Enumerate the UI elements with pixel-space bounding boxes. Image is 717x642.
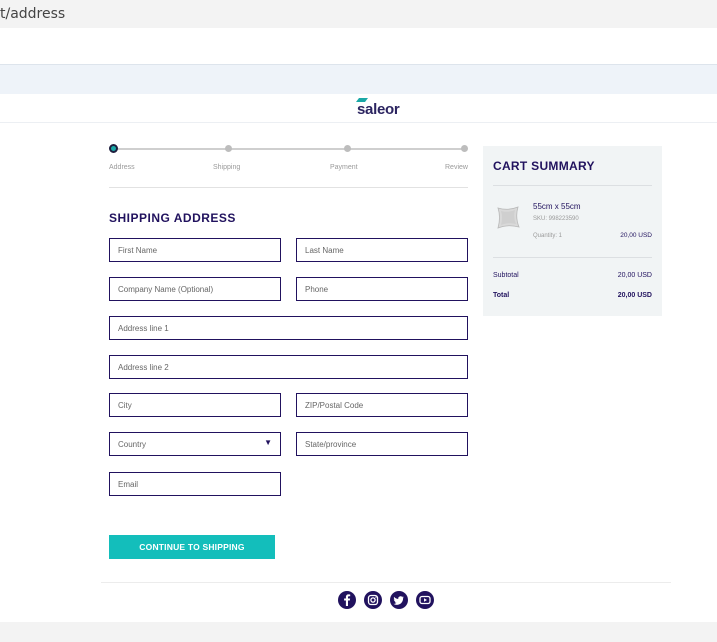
top-banner-strip bbox=[0, 64, 717, 94]
progress-line bbox=[112, 148, 465, 150]
step-label-address: Address bbox=[109, 164, 135, 171]
email-field[interactable]: Email bbox=[109, 472, 281, 496]
site-header: saleor bbox=[0, 95, 717, 123]
cart-summary: CART SUMMARY 55cm x 55cm SKU: 998223590 … bbox=[483, 146, 662, 316]
footer-divider bbox=[101, 582, 671, 583]
country-select[interactable]: Country ▼ bbox=[109, 432, 281, 456]
zip-field[interactable]: ZIP/Postal Code bbox=[296, 393, 468, 417]
chevron-down-icon: ▼ bbox=[264, 438, 272, 447]
city-placeholder: City bbox=[118, 401, 132, 410]
zip-placeholder: ZIP/Postal Code bbox=[305, 401, 364, 410]
shipping-address-title: SHIPPING ADDRESS bbox=[109, 211, 236, 225]
step-label-payment: Payment bbox=[330, 164, 358, 171]
step-label-review: Review bbox=[445, 164, 468, 171]
step-label-shipping: Shipping bbox=[213, 164, 241, 171]
last-name-field[interactable]: Last Name bbox=[296, 238, 468, 262]
url-text: t/address bbox=[0, 6, 66, 22]
address-line1-field[interactable]: Address line 1 bbox=[109, 316, 468, 340]
phone-field[interactable]: Phone bbox=[296, 277, 468, 301]
state-placeholder: State/province bbox=[305, 440, 357, 449]
address-bar[interactable]: t/address bbox=[0, 0, 717, 28]
address-line2-placeholder: Address line 2 bbox=[118, 363, 169, 372]
progress-dot-shipping bbox=[225, 145, 232, 152]
progress-dot-review bbox=[461, 145, 468, 152]
cart-item-quantity: Quantity: 1 bbox=[533, 233, 563, 239]
cart-divider bbox=[493, 185, 652, 186]
cart-item-sku: SKU: 998223590 bbox=[533, 216, 579, 222]
progress-dot-address bbox=[109, 144, 118, 153]
cart-summary-title: CART SUMMARY bbox=[493, 159, 595, 173]
youtube-icon[interactable] bbox=[416, 591, 434, 609]
product-thumbnail[interactable] bbox=[495, 204, 521, 230]
company-placeholder: Company Name (Optional) bbox=[118, 285, 214, 294]
first-name-field[interactable]: First Name bbox=[109, 238, 281, 262]
twitter-icon[interactable] bbox=[390, 591, 408, 609]
instagram-icon[interactable] bbox=[364, 591, 382, 609]
state-field[interactable]: State/province bbox=[296, 432, 468, 456]
total-label: Total bbox=[493, 292, 510, 299]
facebook-icon[interactable] bbox=[338, 591, 356, 609]
email-placeholder: Email bbox=[118, 480, 139, 489]
logo-text: saleor bbox=[357, 101, 400, 118]
phone-placeholder: Phone bbox=[305, 285, 329, 294]
saleor-logo[interactable]: saleor bbox=[354, 97, 404, 119]
subtotal-value: 20,00 USD bbox=[617, 272, 652, 279]
continue-to-shipping-button[interactable]: CONTINUE TO SHIPPING bbox=[109, 535, 275, 559]
company-field[interactable]: Company Name (Optional) bbox=[109, 277, 281, 301]
total-value: 20,00 USD bbox=[617, 292, 652, 299]
progress-dot-payment bbox=[344, 145, 351, 152]
checkout-progress: Address Shipping Payment Review bbox=[109, 144, 468, 174]
cart-divider bbox=[493, 257, 652, 258]
cart-item-price: 20,00 USD bbox=[620, 232, 652, 239]
city-field[interactable]: City bbox=[109, 393, 281, 417]
bottom-strip bbox=[0, 622, 717, 642]
subtotal-label: Subtotal bbox=[493, 272, 519, 279]
last-name-placeholder: Last Name bbox=[305, 246, 344, 255]
country-placeholder: Country bbox=[118, 440, 147, 449]
address-line2-field[interactable]: Address line 2 bbox=[109, 355, 468, 379]
progress-divider bbox=[109, 187, 468, 188]
first-name-placeholder: First Name bbox=[118, 246, 158, 255]
cart-item-name: 55cm x 55cm bbox=[533, 202, 581, 211]
address-line1-placeholder: Address line 1 bbox=[118, 324, 169, 333]
browser-toolbar-space bbox=[0, 28, 717, 64]
